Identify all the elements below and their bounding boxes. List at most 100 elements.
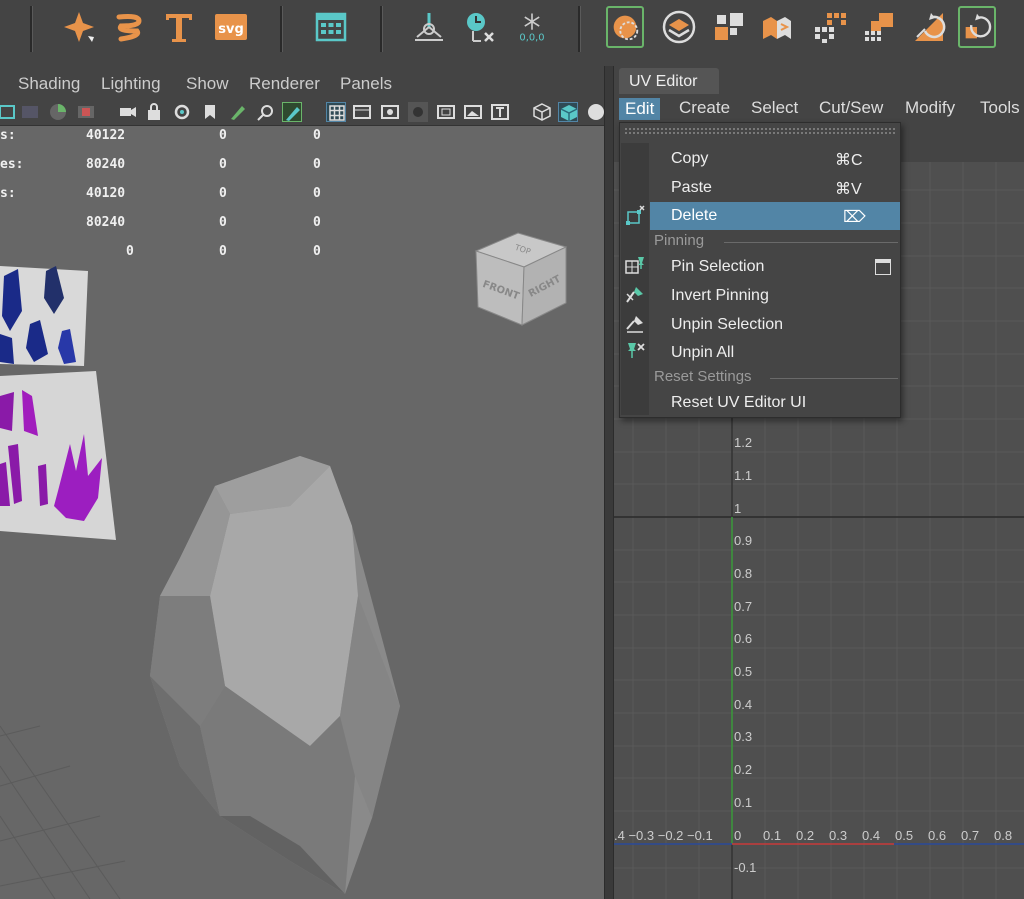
viewport-menubar: Shading Lighting Show Renderer Panels (0, 66, 604, 98)
v-axis-label: 1 (734, 501, 742, 516)
rotate-shells-icon[interactable] (958, 6, 996, 48)
menu-item-reset-uv-editor-ui[interactable]: Reset UV Editor UI (650, 389, 900, 417)
v-axis-label: 0.2 (734, 762, 753, 777)
camera-icon[interactable] (118, 102, 138, 122)
text-overlay-icon[interactable] (490, 102, 510, 122)
v-axis-label: -0.1 (734, 860, 757, 875)
image-plane-icon[interactable] (463, 102, 483, 122)
menu-item-pin-selection[interactable]: Pin Selection (650, 253, 900, 281)
uv-editor-tab[interactable]: UV Editor (619, 68, 719, 94)
section-reset-settings: Reset Settings (654, 368, 900, 388)
crystal-texture-card (0, 266, 88, 366)
u-axis-negative-labels: .4 −0.3 −0.2 −0.1 (614, 828, 713, 843)
menu-item-copy[interactable]: Copy ⌘C (650, 145, 900, 173)
u-axis-label: 0.7 (961, 828, 980, 843)
unfold-uv-icon[interactable] (758, 6, 796, 48)
menu-cut-sew[interactable]: Cut/Sew (819, 98, 883, 118)
rock-mesh (150, 456, 400, 894)
uv-select-icon[interactable] (606, 6, 644, 48)
shelf-separator (578, 6, 581, 52)
freeze-history-icon[interactable] (460, 6, 498, 48)
curve-text-icon[interactable] (110, 6, 148, 48)
purple-crystal-texture-card (0, 371, 116, 540)
v-axis-label: 0.7 (734, 599, 753, 614)
gate-mask-icon[interactable] (76, 102, 96, 122)
rotate-uv-icon[interactable] (910, 6, 948, 48)
freeze-transform-icon[interactable]: 0,0,0 (510, 6, 554, 48)
text-tool-icon[interactable] (160, 6, 198, 48)
menu-tearoff-handle[interactable] (624, 127, 896, 136)
u-axis-label: 0.6 (928, 828, 947, 843)
select-camera-icon[interactable] (0, 102, 20, 122)
u-axis-label: 0.4 (862, 828, 881, 843)
v-axis-label: 0.6 (734, 631, 753, 646)
grease-pencil-icon[interactable] (228, 102, 248, 122)
menu-show[interactable]: Show (186, 74, 229, 94)
shaded-cube-icon[interactable] (558, 102, 578, 122)
menu-icon-gutter (621, 143, 649, 415)
safe-action-icon[interactable] (380, 102, 400, 122)
draw-pencil-icon[interactable] (282, 102, 302, 122)
u-axis-label: 0.2 (796, 828, 815, 843)
menu-item-invert-pinning[interactable]: Invert Pinning (650, 282, 900, 310)
u-axis-label: 0.5 (895, 828, 914, 843)
3d-viewport[interactable]: Shading Lighting Show Renderer Panels s:… (0, 66, 604, 899)
menu-renderer[interactable]: Renderer (249, 74, 320, 94)
pane-splitter[interactable] (604, 66, 614, 899)
menu-create[interactable]: Create (679, 98, 730, 118)
section-pinning: Pinning (654, 232, 900, 252)
field-chart-icon[interactable] (408, 102, 428, 122)
checker-grid-icon[interactable] (810, 6, 848, 48)
resolution-gate-icon[interactable] (48, 102, 68, 122)
menu-item-unpin-all[interactable]: Unpin All (650, 339, 900, 367)
bookmark-flag-icon[interactable] (200, 102, 220, 122)
safe-title-icon[interactable] (436, 102, 456, 122)
menu-item-unpin-selection[interactable]: Unpin Selection (650, 311, 900, 339)
v-axis-label: 0.3 (734, 729, 753, 744)
layout-uv-icon[interactable] (710, 6, 748, 48)
v-axis-label: 0.9 (734, 533, 753, 548)
wireframe-cube-icon[interactable] (532, 102, 552, 122)
menu-panels[interactable]: Panels (340, 74, 392, 94)
pivot-tool-icon[interactable] (410, 6, 448, 48)
menu-shading[interactable]: Shading (18, 74, 80, 94)
pan-zoom-icon[interactable] (256, 102, 276, 122)
film-gate-icon[interactable] (20, 102, 40, 122)
menu-item-delete[interactable]: Delete ⌦ (650, 202, 900, 230)
lock-camera-icon[interactable] (145, 102, 165, 122)
textured-sphere-icon[interactable] (586, 102, 604, 122)
pin-selection-icon (624, 255, 646, 277)
shelf-toolbar: svg 0,0,0 (0, 0, 1024, 60)
film-strip-icon[interactable] (352, 102, 372, 122)
menu-item-paste[interactable]: Paste ⌘V (650, 174, 900, 202)
shortcut-copy: ⌘C (835, 152, 863, 169)
v-axis-label: 0.5 (734, 664, 753, 679)
option-box-icon[interactable] (875, 259, 891, 275)
menu-lighting[interactable]: Lighting (101, 74, 161, 94)
view-cube[interactable]: TOP FRONT RIGHT (472, 229, 572, 329)
shelf-separator (280, 6, 283, 52)
menu-edit[interactable]: Edit (619, 98, 661, 120)
grid-window-icon[interactable] (312, 6, 350, 48)
grid-toggle-icon[interactable] (326, 102, 346, 122)
svg-tool-icon[interactable]: svg (212, 6, 250, 48)
bookmarks-icon[interactable] (172, 102, 192, 122)
edit-dropdown-menu: Copy ⌘C Paste ⌘V Delete ⌦ Pinning Pin Se… (619, 122, 901, 418)
unpin-selection-icon (624, 313, 646, 335)
u-axis-label: 0.3 (829, 828, 848, 843)
uv-editor-menubar: Edit Create Select Cut/Sew Modify Tools (614, 94, 1024, 122)
v-axis-label: 0.4 (734, 697, 753, 712)
menu-select[interactable]: Select (751, 98, 798, 118)
pixel-snap-icon[interactable] (860, 6, 898, 48)
u-axis-label: 0.8 (994, 828, 1013, 843)
sparkle-star-icon[interactable] (60, 6, 98, 48)
v-axis-label: 0.8 (734, 566, 753, 581)
shelf-separator (30, 6, 33, 52)
shortcut-delete: ⌦ (843, 209, 866, 226)
menu-tools[interactable]: Tools (980, 98, 1020, 118)
viewport-scene[interactable]: s: 40122 0 0 es: 80240 0 0 s: 40120 0 0 … (0, 126, 604, 899)
layers-icon[interactable] (660, 6, 698, 48)
svg-label: svg (218, 22, 244, 37)
u-axis-label: 0.1 (763, 828, 782, 843)
menu-modify[interactable]: Modify (905, 98, 955, 118)
